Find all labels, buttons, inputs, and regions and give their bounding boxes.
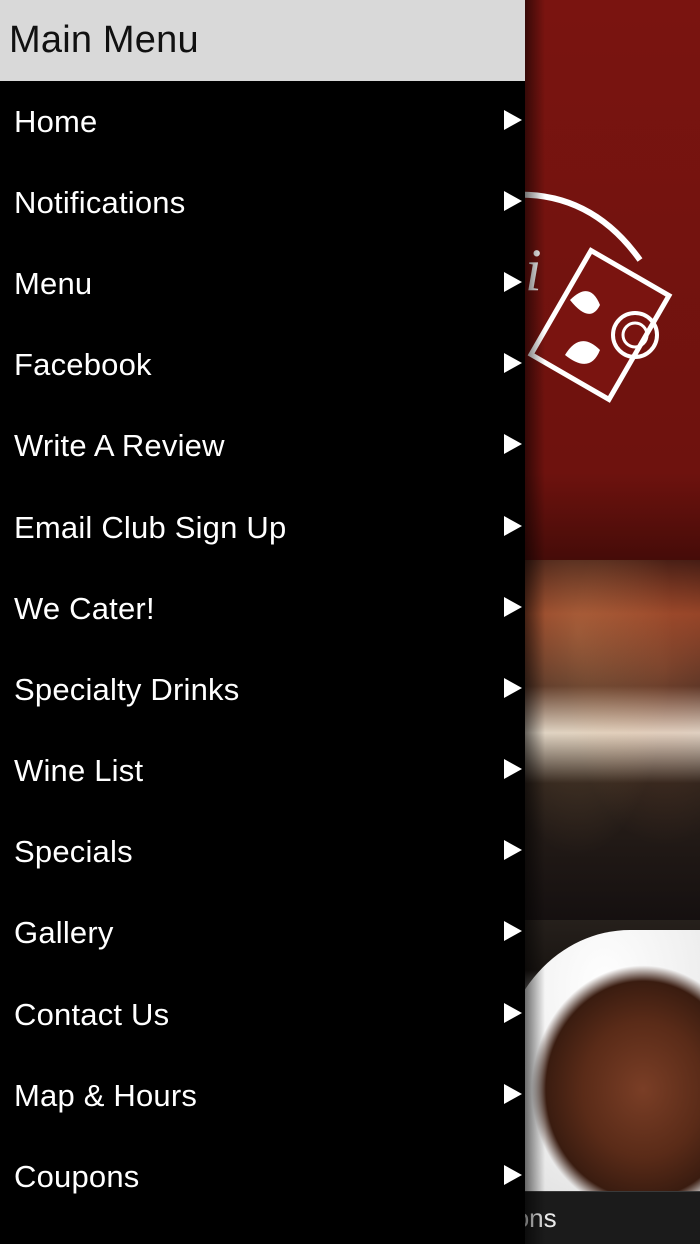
menu-item-notifications[interactable]: Notifications bbox=[0, 162, 525, 243]
menu-item-menu[interactable]: Menu bbox=[0, 243, 525, 324]
chevron-right-icon bbox=[504, 1002, 522, 1023]
menu-item-facebook[interactable]: Facebook bbox=[0, 325, 525, 406]
drawer-edge-shadow bbox=[525, 0, 545, 1244]
menu-item-label: Gallery bbox=[14, 915, 114, 951]
drawer-title: Main Menu bbox=[9, 19, 199, 61]
menu-item-label: We Cater! bbox=[14, 590, 155, 626]
chevron-right-icon bbox=[504, 515, 522, 536]
menu-item-label: Menu bbox=[14, 265, 93, 301]
menu-item-coupons[interactable]: Coupons bbox=[0, 1136, 525, 1217]
dining-room-photo bbox=[525, 560, 700, 920]
chevron-right-icon bbox=[504, 1083, 522, 1104]
menu-item-label: Write A Review bbox=[14, 428, 225, 464]
menu-item-label: Specials bbox=[14, 834, 133, 870]
chevron-right-icon bbox=[504, 1165, 522, 1186]
menu-item-write-a-review[interactable]: Write A Review bbox=[0, 406, 525, 487]
chevron-right-icon bbox=[504, 596, 522, 617]
chevron-right-icon bbox=[504, 921, 522, 942]
chevron-right-icon bbox=[504, 840, 522, 861]
menu-item-we-cater[interactable]: We Cater! bbox=[0, 568, 525, 649]
chevron-right-icon bbox=[504, 190, 522, 211]
menu-item-label: Email Club Sign Up bbox=[14, 509, 287, 545]
menu-item-label: Wine List bbox=[14, 753, 144, 789]
chevron-right-icon bbox=[504, 353, 522, 374]
menu-list: Home Notifications Menu Facebook Write A… bbox=[0, 81, 525, 1218]
menu-item-label: Map & Hours bbox=[14, 1077, 198, 1113]
drawer-header: Main Menu bbox=[0, 0, 525, 81]
menu-item-specialty-drinks[interactable]: Specialty Drinks bbox=[0, 649, 525, 730]
menu-item-label: Coupons bbox=[14, 1159, 140, 1195]
chevron-right-icon bbox=[504, 677, 522, 698]
menu-item-wine-list[interactable]: Wine List bbox=[0, 731, 525, 812]
menu-item-gallery[interactable]: Gallery bbox=[0, 893, 525, 974]
menu-item-label: Home bbox=[14, 103, 98, 139]
menu-item-label: Notifications bbox=[14, 184, 186, 220]
menu-item-specials[interactable]: Specials bbox=[0, 812, 525, 893]
main-menu-drawer: Main Menu Home Notifications Menu Facebo… bbox=[0, 0, 525, 1244]
chevron-right-icon bbox=[504, 759, 522, 780]
chevron-right-icon bbox=[504, 271, 522, 292]
chevron-right-icon bbox=[504, 109, 522, 130]
menu-item-label: Contact Us bbox=[14, 996, 170, 1032]
menu-item-label: Facebook bbox=[14, 347, 152, 383]
menu-item-label: Specialty Drinks bbox=[14, 671, 240, 707]
menu-item-contact-us[interactable]: Contact Us bbox=[0, 974, 525, 1055]
menu-item-map-hours[interactable]: Map & Hours bbox=[0, 1055, 525, 1136]
menu-item-email-club-sign-up[interactable]: Email Club Sign Up bbox=[0, 487, 525, 568]
chevron-right-icon bbox=[504, 434, 522, 455]
menu-item-home[interactable]: Home bbox=[0, 81, 525, 162]
